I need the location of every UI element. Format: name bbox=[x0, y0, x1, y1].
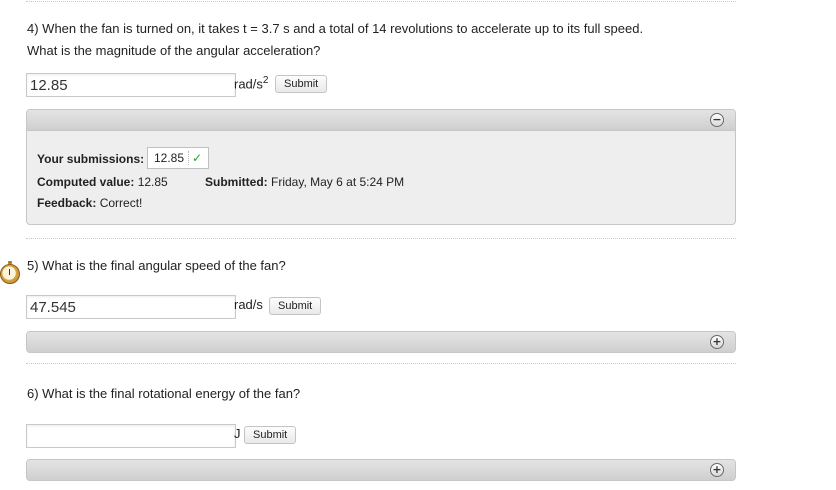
question-4-answer-input[interactable] bbox=[26, 73, 236, 97]
question-5-text: 5) What is the final angular speed of th… bbox=[27, 258, 286, 273]
minus-circle-icon[interactable]: − bbox=[710, 113, 724, 127]
separator bbox=[26, 238, 736, 239]
your-submissions-label-text: Your submissions: bbox=[37, 152, 145, 166]
your-submissions-label: Your submissions: bbox=[37, 152, 144, 166]
question-4-feedback-panel: − Your submissions: 12.85 ✓ Computed valu… bbox=[26, 109, 736, 225]
unit-superscript: 2 bbox=[262, 75, 269, 86]
separator bbox=[26, 363, 736, 364]
question-4-submit-button[interactable]: Submit bbox=[275, 75, 328, 93]
question-6-answer-input[interactable] bbox=[26, 424, 236, 448]
feedback-panel-header[interactable]: − bbox=[27, 110, 735, 131]
computed-value: 12.85 bbox=[137, 175, 168, 189]
question-5-answer-input[interactable] bbox=[26, 295, 236, 319]
feedback-label: Feedback: bbox=[37, 196, 97, 210]
question-5-submit-button[interactable]: Submit bbox=[269, 297, 322, 315]
feedback-panel-body: Your submissions: 12.85 ✓ Computed value:… bbox=[27, 131, 735, 224]
question-5-feedback-panel: + bbox=[26, 331, 736, 353]
checkmark-icon: ✓ bbox=[188, 151, 203, 165]
question-4-line2: What is the magnitude of the angular acc… bbox=[27, 43, 321, 58]
question-6-feedback-panel: + bbox=[26, 459, 736, 481]
question-4-unit: rad/s2 bbox=[234, 75, 268, 91]
submitted-label: Submitted: bbox=[205, 175, 268, 189]
unit-text: rad/s bbox=[234, 76, 263, 92]
question-6-text: 6) What is the final rotational energy o… bbox=[27, 386, 301, 401]
submitted-value: Friday, May 6 at 5:24 PM bbox=[271, 175, 405, 189]
question-4-text: 4) When the fan is turned on, it takes t… bbox=[27, 18, 643, 62]
submission-value-box: 12.85 ✓ bbox=[147, 147, 210, 169]
separator bbox=[26, 1, 736, 2]
feedback-panel-header[interactable]: + bbox=[27, 460, 735, 480]
question-5-unit: rad/s bbox=[234, 297, 263, 312]
feedback-panel-header[interactable]: + bbox=[27, 332, 735, 352]
submitted-row: Submitted: Friday, May 6 at 5:24 PM bbox=[205, 175, 404, 189]
submission-value: 12.85 bbox=[154, 151, 185, 165]
plus-circle-icon[interactable]: + bbox=[710, 335, 724, 349]
computed-value-label: Computed value: bbox=[37, 175, 135, 189]
feedback-value: Correct! bbox=[99, 196, 143, 210]
feedback-row: Feedback: Correct! bbox=[37, 196, 142, 210]
question-6-unit: J bbox=[234, 426, 241, 441]
computed-value-row: Computed value: 12.85 bbox=[37, 175, 168, 189]
stopwatch-icon bbox=[0, 261, 20, 284]
plus-circle-icon[interactable]: + bbox=[710, 463, 724, 477]
question-6-submit-button[interactable]: Submit bbox=[244, 426, 297, 444]
question-4-line1: 4) When the fan is turned on, it takes t… bbox=[27, 21, 644, 36]
